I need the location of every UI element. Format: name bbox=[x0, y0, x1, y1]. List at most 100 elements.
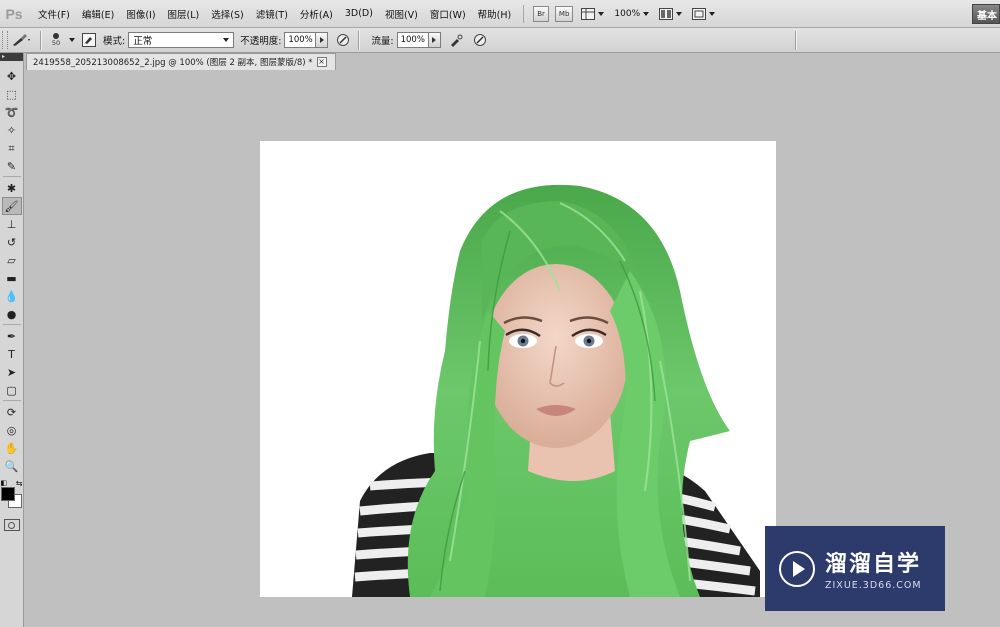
zoom-dropdown[interactable]: 100% bbox=[614, 8, 650, 19]
arrange-documents-dropdown[interactable] bbox=[659, 7, 683, 20]
app-logo: Ps bbox=[5, 5, 23, 22]
tool-list: ✥ ⬚ ➰ ✧ ⌗ ✎ ✱ 🖌 ⊥ ↺ ▱ ▬ 💧 ● ✒ T ➤ ▢ ⟳ ◎ … bbox=[0, 61, 23, 531]
menu-bar: Ps 文件(F) 编辑(E) 图像(I) 图层(L) 选择(S) 滤镜(T) 分… bbox=[0, 0, 1000, 28]
menu-edit[interactable]: 编辑(E) bbox=[76, 7, 120, 21]
tool-preset-picker[interactable] bbox=[8, 30, 34, 50]
portrait-image bbox=[260, 141, 776, 597]
mini-bridge-button[interactable]: Mb bbox=[554, 5, 574, 22]
document-tab[interactable]: 2419558_205213008652_2.jpg @ 100% (图层 2 … bbox=[26, 53, 336, 70]
document-canvas[interactable] bbox=[260, 141, 776, 597]
marquee-tool[interactable]: ⬚ bbox=[2, 85, 22, 103]
default-colors-icon[interactable]: ◧ bbox=[1, 479, 8, 487]
options-separator bbox=[795, 30, 796, 50]
clone-stamp-tool[interactable]: ⊥ bbox=[2, 215, 22, 233]
chevron-down-icon bbox=[676, 11, 683, 16]
brush-tool[interactable]: 🖌 bbox=[1, 197, 22, 215]
quick-mask-button[interactable] bbox=[3, 519, 20, 531]
arrange-icon bbox=[659, 7, 674, 20]
workspace-switcher[interactable]: 基本 bbox=[972, 4, 1000, 24]
collapse-icon: ▸ bbox=[2, 53, 6, 60]
options-separator bbox=[358, 30, 360, 50]
chevron-down-icon bbox=[223, 38, 230, 42]
pressure-icon bbox=[473, 34, 486, 46]
chevron-down-icon bbox=[598, 11, 605, 16]
brush-preview: 50 bbox=[47, 30, 65, 50]
opacity-slider-toggle[interactable] bbox=[316, 32, 329, 48]
options-bar: 50 模式: 正常 不透明度: 100% 流量: 100% bbox=[0, 28, 1000, 53]
tool-divider bbox=[2, 400, 21, 402]
chevron-right-icon bbox=[432, 37, 437, 43]
blend-mode-select[interactable]: 正常 bbox=[128, 32, 235, 48]
flow-slider-toggle[interactable] bbox=[428, 32, 441, 48]
blend-mode-value: 正常 bbox=[133, 36, 153, 47]
gradient-tool[interactable]: ▬ bbox=[2, 269, 22, 287]
dodge-tool[interactable]: ● bbox=[2, 305, 22, 323]
menu-window[interactable]: 窗口(W) bbox=[424, 7, 472, 21]
pressure-icon bbox=[337, 34, 350, 46]
menu-layer[interactable]: 图层(L) bbox=[162, 7, 206, 21]
bridge-button[interactable]: Br bbox=[533, 5, 549, 22]
hand-tool[interactable]: ✋ bbox=[2, 439, 22, 457]
type-tool[interactable]: T bbox=[2, 345, 22, 363]
menu-file[interactable]: 文件(F) bbox=[32, 7, 76, 21]
menu-select[interactable]: 选择(S) bbox=[205, 7, 249, 21]
eyedropper-tool[interactable]: ✎ bbox=[2, 157, 22, 175]
3d-orbit-tool[interactable]: ◎ bbox=[2, 421, 22, 439]
spot-healing-tool[interactable]: ✱ bbox=[2, 179, 22, 197]
grid-icon bbox=[581, 7, 596, 20]
menu-analysis[interactable]: 分析(A) bbox=[294, 7, 339, 21]
opacity-pressure-button[interactable] bbox=[334, 31, 352, 49]
lasso-tool[interactable]: ➰ bbox=[2, 103, 22, 121]
photoshop-window: Ps 文件(F) 编辑(E) 图像(I) 图层(L) 选择(S) 滤镜(T) 分… bbox=[0, 0, 1000, 627]
shape-tool[interactable]: ▢ bbox=[2, 381, 22, 399]
watermark-badge: 溜溜自学 ZIXUE.3D66.COM bbox=[765, 526, 945, 611]
swap-colors-icon[interactable]: ⇆ bbox=[16, 479, 23, 488]
menu-help[interactable]: 帮助(H) bbox=[472, 7, 518, 21]
menu-items: 文件(F) 编辑(E) 图像(I) 图层(L) 选择(S) 滤镜(T) 分析(A… bbox=[32, 7, 517, 21]
opacity-label: 不透明度: bbox=[240, 36, 282, 47]
tools-panel: ▸ ✥ ⬚ ➰ ✧ ⌗ ✎ ✱ 🖌 ⊥ ↺ ▱ ▬ 💧 ● ✒ T ➤ ▢ ⟳ … bbox=[0, 53, 24, 627]
move-tool[interactable]: ✥ bbox=[2, 67, 22, 85]
chevron-down-icon bbox=[69, 38, 75, 42]
pen-tool[interactable]: ✒ bbox=[2, 327, 22, 345]
3d-rotate-tool[interactable]: ⟳ bbox=[2, 403, 22, 421]
document-title: 2419558_205213008652_2.jpg @ 100% (图层 2 … bbox=[33, 58, 313, 68]
play-icon bbox=[792, 560, 805, 577]
options-separator bbox=[40, 30, 41, 50]
opacity-field[interactable]: 100% bbox=[284, 32, 317, 48]
airbrush-button[interactable] bbox=[447, 31, 465, 49]
crop-tool[interactable]: ⌗ bbox=[2, 139, 22, 157]
menu-separator bbox=[523, 4, 525, 23]
view-extras-dropdown[interactable] bbox=[581, 7, 605, 20]
brush-size: 50 bbox=[51, 39, 61, 47]
chevron-down-icon bbox=[643, 11, 650, 16]
menu-3d[interactable]: 3D(D) bbox=[339, 8, 379, 19]
tool-divider bbox=[2, 324, 21, 326]
zoom-value: 100% bbox=[614, 8, 641, 19]
mode-label: 模式: bbox=[103, 36, 126, 47]
tools-panel-header[interactable]: ▸ bbox=[0, 53, 23, 61]
brush-panel-icon bbox=[82, 33, 96, 47]
brush-panel-toggle[interactable] bbox=[81, 32, 97, 48]
watermark-text: 溜溜自学 ZIXUE.3D66.COM bbox=[825, 546, 922, 591]
menu-filter[interactable]: 滤镜(T) bbox=[250, 7, 294, 21]
close-icon[interactable]: × bbox=[316, 57, 327, 67]
watermark-name: 溜溜自学 bbox=[825, 552, 922, 577]
zoom-tool[interactable]: 🔍 bbox=[2, 457, 22, 475]
path-selection-tool[interactable]: ➤ bbox=[2, 363, 22, 381]
color-swatches: ◧ ⇆ bbox=[0, 479, 23, 513]
screen-mode-dropdown[interactable] bbox=[692, 7, 716, 20]
quick-selection-tool[interactable]: ✧ bbox=[2, 121, 22, 139]
play-logo-icon bbox=[779, 550, 815, 587]
flow-pressure-button[interactable] bbox=[471, 31, 489, 49]
flow-field[interactable]: 100% bbox=[396, 32, 429, 48]
blur-tool[interactable]: 💧 bbox=[2, 287, 22, 305]
history-brush-tool[interactable]: ↺ bbox=[2, 233, 22, 251]
brush-preset-picker[interactable]: 50 bbox=[47, 30, 75, 50]
chevron-down-icon bbox=[709, 11, 716, 16]
eraser-tool[interactable]: ▱ bbox=[2, 251, 22, 269]
brush-icon bbox=[13, 34, 30, 46]
menu-view[interactable]: 视图(V) bbox=[379, 7, 424, 21]
foreground-color[interactable] bbox=[0, 487, 15, 501]
menu-image[interactable]: 图像(I) bbox=[120, 7, 161, 21]
